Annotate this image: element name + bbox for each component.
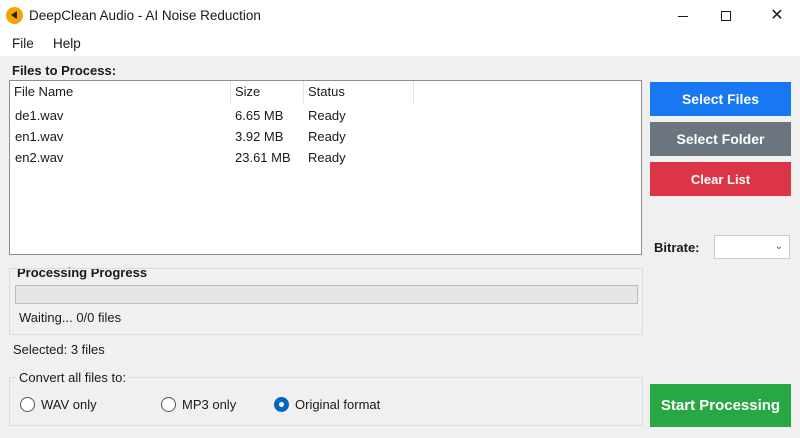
menu-bar: File Help xyxy=(0,32,800,56)
close-icon: ✕ xyxy=(770,7,784,24)
menu-file[interactable]: File xyxy=(12,36,34,51)
progress-bar xyxy=(15,285,638,304)
menu-help[interactable]: Help xyxy=(53,36,81,51)
bitrate-select[interactable]: ⌄ xyxy=(714,235,790,259)
close-button[interactable]: ✕ xyxy=(754,0,800,32)
radio-label: Original format xyxy=(295,397,381,412)
file-size-cell: 23.61 MB xyxy=(235,150,291,165)
start-processing-button[interactable]: Start Processing xyxy=(650,384,791,427)
column-header-size[interactable]: Size xyxy=(231,81,304,103)
table-row[interactable]: de1.wav 6.65 MB Ready xyxy=(10,105,641,126)
select-folder-button[interactable]: Select Folder xyxy=(650,122,791,156)
radio-label: WAV only xyxy=(41,397,97,412)
radio-mp3-only[interactable]: MP3 only xyxy=(161,397,236,412)
window-title: DeepClean Audio - AI Noise Reduction xyxy=(29,8,261,23)
progress-status: Waiting... 0/0 files xyxy=(19,310,122,325)
file-name-cell: en2.wav xyxy=(15,150,64,165)
radio-label: MP3 only xyxy=(182,397,237,412)
file-name-cell: de1.wav xyxy=(15,108,64,123)
column-header-status[interactable]: Status xyxy=(304,81,414,103)
clear-list-button[interactable]: Clear List xyxy=(650,162,791,196)
file-status-cell: Ready xyxy=(308,129,346,144)
file-size-cell: 3.92 MB xyxy=(235,129,284,144)
convert-format-label: Convert all files to: xyxy=(16,370,129,385)
maximize-icon xyxy=(721,11,731,21)
chevron-down-icon: ⌄ xyxy=(774,241,783,252)
files-to-process-label: Files to Process: xyxy=(12,63,117,78)
title-bar: DeepClean Audio - AI Noise Reduction ✕ xyxy=(0,0,800,32)
file-size-cell: 6.65 MB xyxy=(235,108,284,123)
table-row[interactable]: en2.wav 23.61 MB Ready xyxy=(10,147,641,168)
table-row[interactable]: en1.wav 3.92 MB Ready xyxy=(10,126,641,147)
selected-count: Selected: 3 files xyxy=(13,342,105,357)
radio-original-format[interactable]: Original format xyxy=(274,397,380,412)
app-icon xyxy=(6,7,23,24)
maximize-button[interactable] xyxy=(703,0,749,32)
radio-button[interactable] xyxy=(161,397,176,412)
column-header-file-name[interactable]: File Name xyxy=(10,81,231,103)
radio-wav-only[interactable]: WAV only xyxy=(20,397,97,412)
file-status-cell: Ready xyxy=(308,108,346,123)
file-name-cell: en1.wav xyxy=(15,129,64,144)
file-status-cell: Ready xyxy=(308,150,346,165)
progress-group: Waiting... 0/0 files xyxy=(9,268,643,335)
radio-button[interactable] xyxy=(274,397,289,412)
convert-format-group: Convert all files to: WAV only MP3 only … xyxy=(9,370,643,426)
minimize-icon xyxy=(678,15,688,17)
select-files-button[interactable]: Select Files xyxy=(650,82,791,116)
minimize-button[interactable] xyxy=(660,0,706,32)
radio-button[interactable] xyxy=(20,397,35,412)
bitrate-label: Bitrate: xyxy=(654,240,700,255)
file-list[interactable]: File Name Size Status de1.wav 6.65 MB Re… xyxy=(9,80,642,255)
